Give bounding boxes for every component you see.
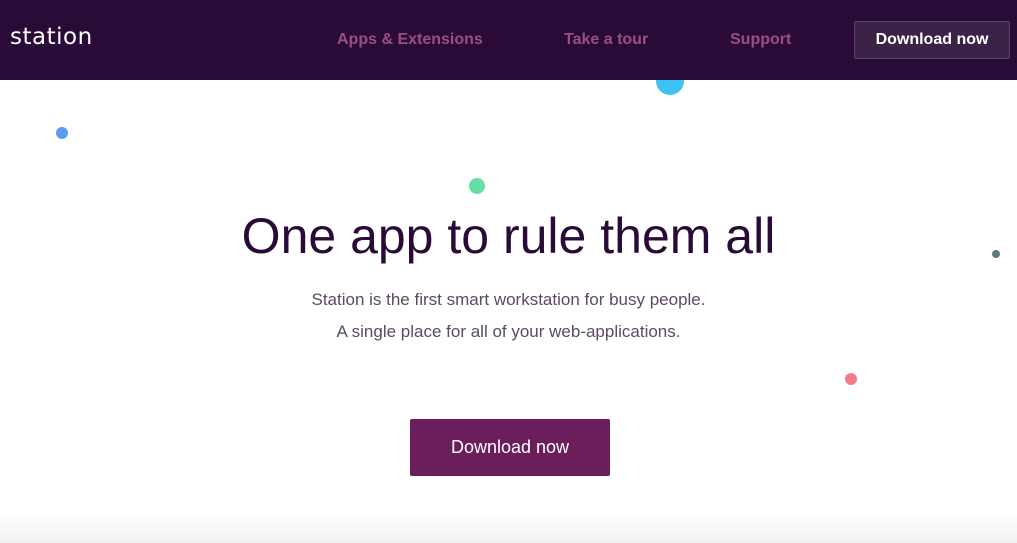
hero-title: One app to rule them all bbox=[241, 208, 776, 264]
nav-download-button[interactable]: Download now bbox=[854, 21, 1010, 59]
nav-link-take-a-tour[interactable]: Take a tour bbox=[564, 31, 648, 49]
decorative-dot-slate bbox=[992, 250, 1000, 258]
decorative-dot-green bbox=[469, 178, 485, 194]
top-navbar: station Apps & Extensions Take a tour Su… bbox=[0, 0, 1017, 80]
nav-link-apps-extensions[interactable]: Apps & Extensions bbox=[337, 31, 483, 49]
hero-download-button[interactable]: Download now bbox=[410, 419, 610, 476]
station-logo[interactable]: station bbox=[10, 24, 93, 50]
hero-subtitle-line-1: Station is the first smart workstation f… bbox=[311, 290, 706, 309]
hero-subtitle-line-2: A single place for all of your web-appli… bbox=[336, 322, 681, 341]
decorative-dot-blue bbox=[56, 127, 68, 139]
section-divider-fade bbox=[0, 513, 1017, 543]
decorative-dot-pink bbox=[845, 373, 857, 385]
landing-page: station Apps & Extensions Take a tour Su… bbox=[0, 0, 1017, 543]
nav-link-support[interactable]: Support bbox=[730, 31, 791, 49]
